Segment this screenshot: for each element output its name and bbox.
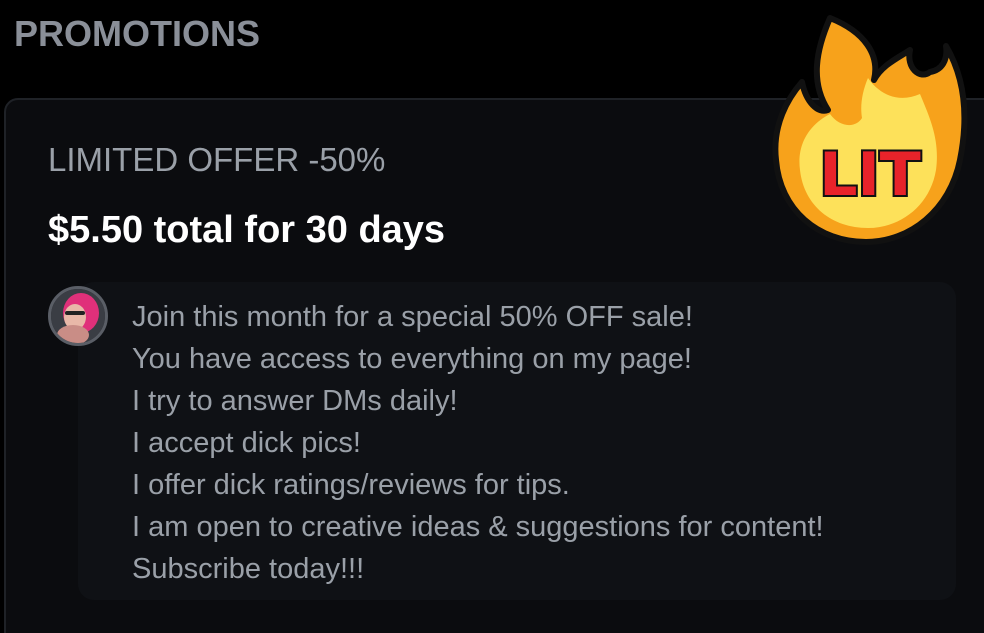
message-line: Join this month for a special 50% OFF sa… <box>132 301 693 333</box>
message-line: You have access to everything on my page… <box>132 343 692 375</box>
offer-price: $5.50 total for 30 days <box>48 209 446 251</box>
message-line: I accept dick pics! <box>132 427 361 459</box>
message-line: I am open to creative ideas & suggestion… <box>132 511 824 543</box>
message-line: I try to answer DMs daily! <box>132 385 458 417</box>
lit-sticker: LIT <box>772 15 968 245</box>
avatar-image <box>51 289 105 343</box>
message-line: Subscribe today!!! <box>132 553 365 585</box>
fire-icon: LIT <box>770 10 970 246</box>
promotions-page: PROMOTIONS LIMITED OFFER -50% $5.50 tota… <box>0 0 984 633</box>
section-title: PROMOTIONS <box>14 13 261 54</box>
message-line: I offer dick ratings/reviews for tips. <box>132 469 570 501</box>
offer-label: LIMITED OFFER -50% <box>48 141 386 178</box>
avatar[interactable] <box>48 286 108 346</box>
sticker-text: LIT <box>819 140 921 210</box>
promotion-message-text: Join this month for a special 50% OFF sa… <box>132 296 824 590</box>
